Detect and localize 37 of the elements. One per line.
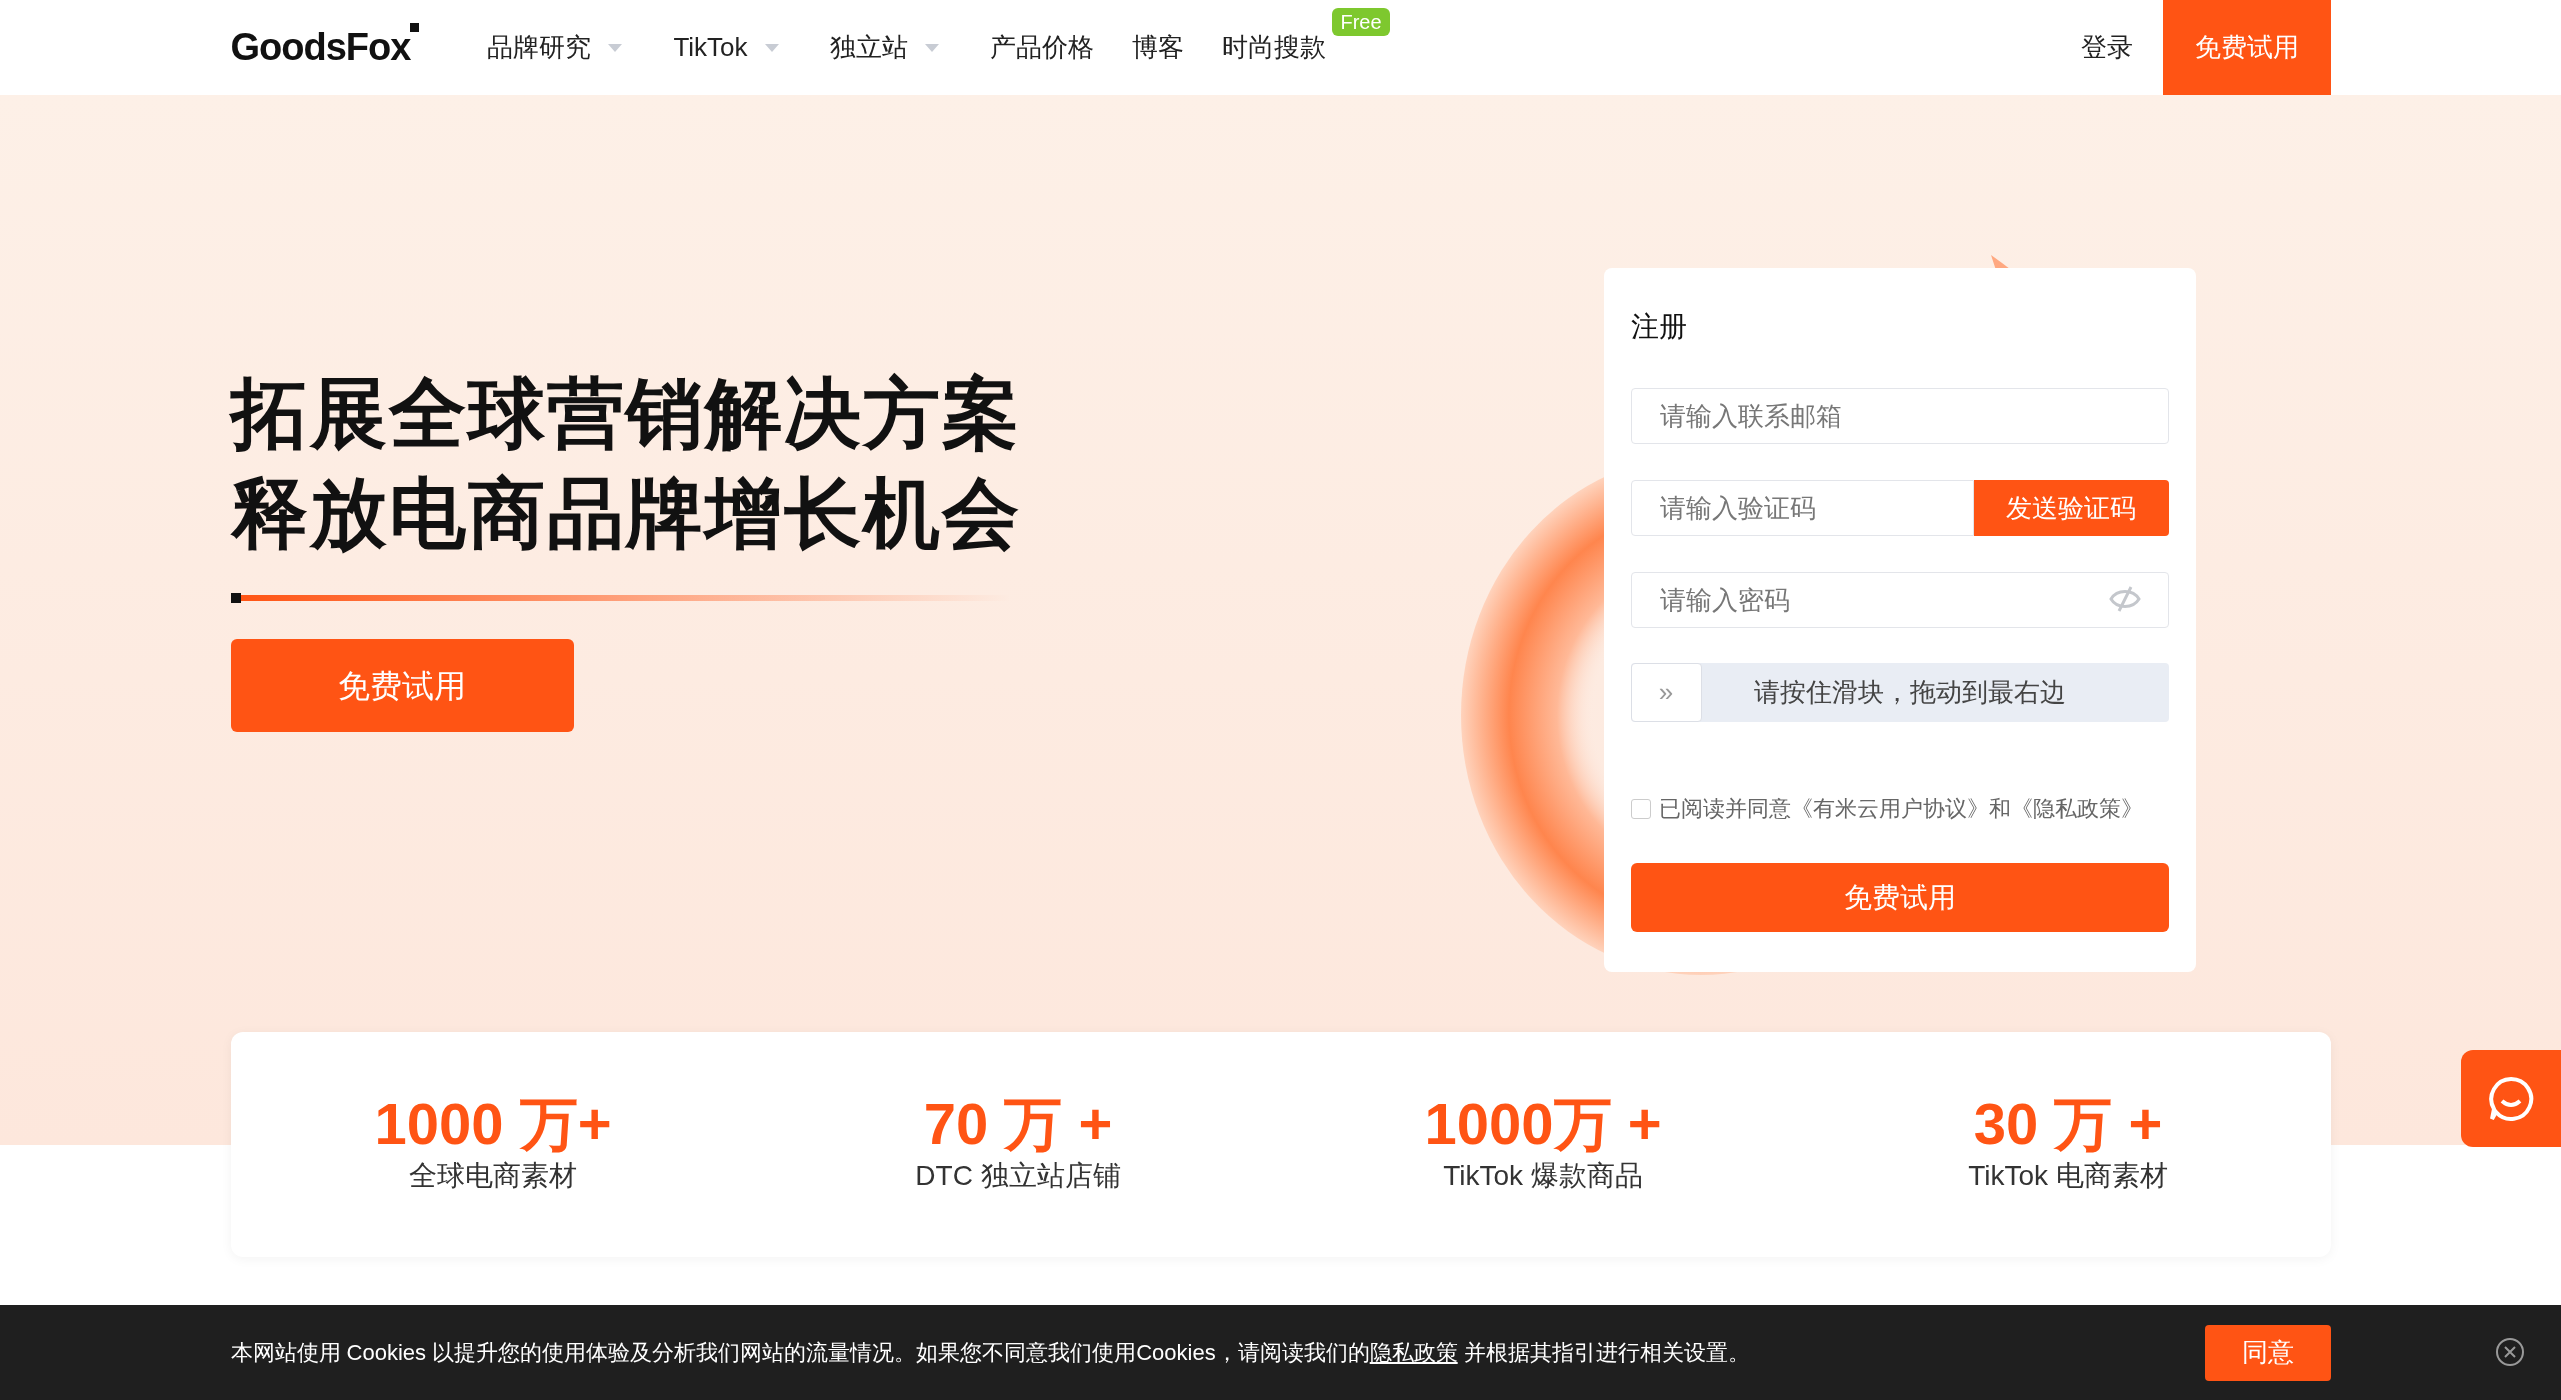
- hero-title: 释放电商品牌增长机会: [230, 469, 1021, 558]
- privacy-policy-link[interactable]: 隐私政策: [1369, 1340, 1458, 1365]
- nav-link[interactable]: 产品价格: [989, 28, 1094, 67]
- caret-icon: [607, 42, 624, 53]
- code-field[interactable]: 请输入验证码: [1630, 480, 1974, 536]
- agreement-checkbox[interactable]: [1630, 798, 1651, 819]
- form-title: 注册: [1630, 310, 1688, 344]
- free-badge: Free: [1332, 8, 1390, 36]
- caret-icon: [923, 42, 940, 53]
- nav-link[interactable]: 时尚搜款: [1221, 28, 1326, 67]
- agreement-text: 已阅读并同意《有米云用户协议》和《隐私政策》: [1658, 795, 2143, 823]
- stat-value: 30 万 +: [1973, 1091, 2163, 1156]
- nav-link[interactable]: 品牌研究: [487, 28, 624, 67]
- email-field[interactable]: 请输入联系邮箱: [1630, 388, 2169, 444]
- caret-icon: [763, 42, 780, 53]
- stat-label: TikTok 电商素材: [1968, 1159, 2168, 1194]
- stat-label: DTC 独立站店铺: [915, 1159, 1121, 1194]
- stat-value: 1000万 +: [1424, 1091, 1662, 1156]
- chat-button[interactable]: [2461, 1050, 2561, 1147]
- logo-mark-icon: [410, 23, 420, 32]
- cookie-notice: 本网站使用 Cookies 以提升您的使用体验及分析我们网站的流量情况。如果您不同意我们使用Cookies，请阅读我们的隐私政策 并根据其指引进行相关设置。: [230, 1339, 1750, 1367]
- logo-text[interactable]: GoodsFox: [230, 19, 411, 76]
- nav-link[interactable]: 博客: [1131, 28, 1184, 67]
- slider-track[interactable]: » 请按住滑块，拖动到最右边: [1630, 663, 2169, 722]
- password-field[interactable]: 请输入密码: [1630, 572, 2169, 628]
- stat-value: 70 万 +: [923, 1091, 1113, 1156]
- close-icon[interactable]: [2495, 1337, 2525, 1367]
- nav-link[interactable]: 独立站: [829, 28, 940, 67]
- stat-value: 1000 万+: [374, 1091, 612, 1156]
- chat-bubble-icon: [2488, 1075, 2534, 1122]
- nav-link[interactable]: TikTok: [673, 28, 780, 67]
- hero-title: 拓展全球营销解决方案: [230, 369, 1021, 458]
- stat-label: TikTok 爆款商品: [1443, 1159, 1643, 1194]
- eye-hidden-icon[interactable]: [2108, 585, 2141, 613]
- login-link[interactable]: 登录: [2074, 27, 2139, 68]
- stat-label: 全球电商素材: [409, 1159, 577, 1194]
- slider-instruction: 请按住滑块，拖动到最右边: [1753, 676, 2066, 709]
